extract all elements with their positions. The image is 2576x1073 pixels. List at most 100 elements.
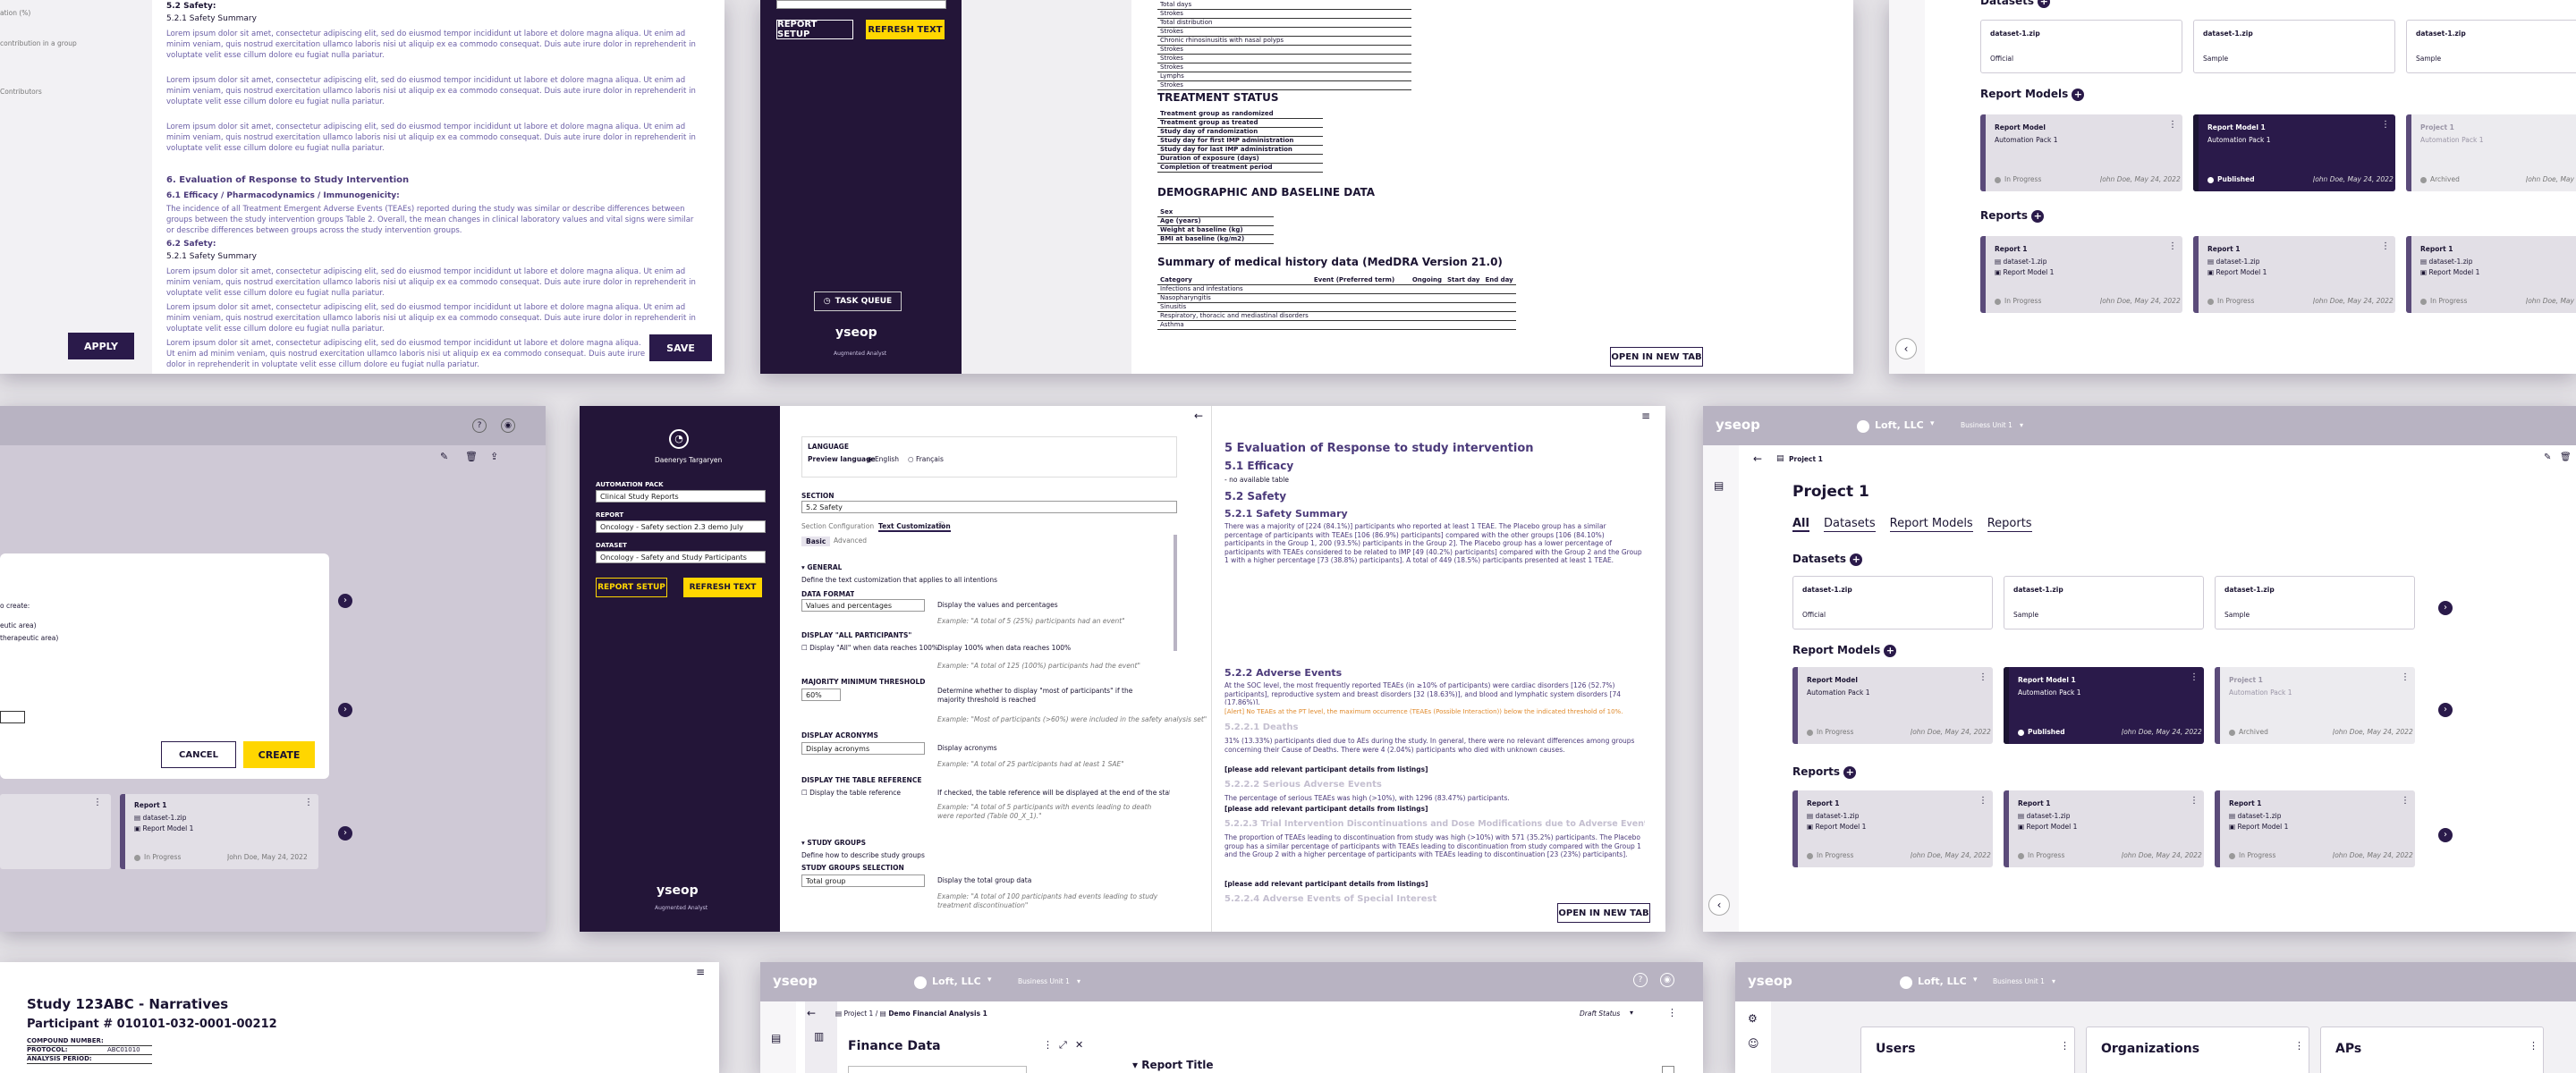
section-select[interactable]: 5.2 Safety [801, 501, 1177, 513]
scrollbar[interactable] [1174, 535, 1177, 651]
report-card[interactable]: Report 1 ▤ dataset-1.zip ▣ Report Model 1 I… [2193, 236, 2395, 313]
refresh-text-button[interactable]: REFRESH TEXT [683, 578, 762, 597]
collapse-arrow-icon[interactable]: ← [1194, 410, 1203, 422]
business-unit[interactable]: Business Unit 1 [1993, 977, 2045, 985]
more-icon[interactable]: ⋮ [2294, 1040, 2304, 1052]
chevron-down-icon[interactable]: ▾ [1930, 419, 1935, 428]
report-setup-button[interactable]: REPORT SETUP [776, 20, 853, 39]
tab-datasets[interactable]: Datasets [1823, 517, 1876, 532]
add-report-icon[interactable]: + [1843, 766, 1857, 779]
robot-icon[interactable]: ☺ [1748, 1037, 1759, 1050]
business-unit[interactable]: Business Unit 1 [1961, 421, 2012, 429]
section-config-tab[interactable]: Section Configuration [801, 522, 874, 530]
tab-all[interactable]: All [1792, 517, 1809, 532]
display-acronyms-select[interactable]: Display acronyms [801, 742, 925, 755]
study-groups-select[interactable]: Total group [801, 874, 925, 887]
more-icon[interactable]: ⋮ [93, 798, 102, 807]
advanced-tab[interactable]: Advanced [834, 536, 867, 545]
more-icon[interactable]: ⋮ [2060, 1040, 2070, 1052]
report-card[interactable]: Report 1 ▤ dataset-1.zip ▣ Report Model 1 I… [1980, 236, 2182, 313]
gear-icon[interactable]: ⚙ [1748, 1012, 1758, 1025]
more-icon[interactable]: ⋮ [1979, 672, 1987, 682]
organizations-card[interactable]: Organizations ⋮ [2086, 1027, 2309, 1073]
more-icon[interactable]: ⋮ [2168, 120, 2177, 130]
automation-pack-select[interactable]: Clinical Study Reports [596, 490, 766, 503]
more-icon[interactable]: ⋮ [1979, 796, 1987, 806]
delete-icon[interactable]: 🗑 [2560, 452, 2572, 462]
help-icon[interactable]: ? [1633, 973, 1648, 987]
display-all-checkbox[interactable]: ☐ Display "All" when data reaches 100% [801, 644, 938, 652]
more-icon[interactable]: ⋮ [2401, 796, 2410, 806]
francais-radio[interactable]: ○ Français [908, 455, 944, 463]
chart-icon[interactable]: ▥ [814, 1030, 824, 1043]
draft-status[interactable]: Draft Status [1580, 1010, 1620, 1018]
expand-icon[interactable]: ⤢ [1059, 1039, 1067, 1052]
report-card[interactable]: Report 1 ▤ dataset-1.zip ▣ Report Model 1 I… [2406, 236, 2576, 313]
business-unit[interactable]: Business Unit 1 [1018, 977, 1070, 985]
help-icon[interactable]: ? [472, 418, 487, 433]
more-icon[interactable]: ⋮ [2381, 120, 2390, 130]
chevron-left-icon[interactable]: ‹ [1895, 338, 1917, 359]
dataset-card[interactable]: dataset-1.zip Sample [2406, 20, 2576, 73]
share-icon[interactable]: ⇪ [490, 451, 498, 462]
tab-report-models[interactable]: Report Models [1889, 517, 1973, 532]
report-setup-button[interactable]: REPORT SETUP [596, 578, 667, 597]
arrow-right-icon[interactable]: › [2438, 703, 2453, 717]
table-ref-checkbox[interactable]: ☐ Display the table reference [801, 789, 901, 797]
edit-icon[interactable]: ✎ [2544, 452, 2551, 462]
modal-input[interactable] [0, 711, 25, 723]
report-model-card[interactable]: Report Model Automation Pack 1 In Progress… [1792, 667, 1993, 744]
apply-button[interactable]: APPLY [68, 333, 134, 359]
dataset-card[interactable]: dataset-1.zip Official [1980, 20, 2182, 73]
chevron-down-icon[interactable]: ▾ [2052, 977, 2055, 985]
more-icon[interactable]: ⋮ [2529, 1040, 2538, 1052]
dataset-select[interactable]: Oncology - Safety and Study Participants [596, 551, 766, 563]
english-radio[interactable]: ◉ English [867, 455, 899, 463]
more-icon[interactable]: ⋮ [2190, 796, 2199, 806]
back-arrow-icon[interactable]: ← [807, 1007, 816, 1019]
doc-icon[interactable] [1662, 1066, 1674, 1073]
report-card[interactable]: Report 1 ▤ dataset-1.zip ▣ Report Model 1 I… [2215, 790, 2415, 867]
menu-icon[interactable]: ≡ [696, 966, 705, 978]
more-icon[interactable]: ⋮ [304, 798, 313, 807]
data-format-select[interactable]: Values and percentages [801, 599, 925, 612]
arrow-right-icon[interactable]: › [338, 703, 352, 717]
close-icon[interactable]: ✕ [1075, 1039, 1083, 1051]
more-icon[interactable]: ⋮ [2381, 241, 2390, 251]
chevron-down-icon[interactable]: ▾ [1630, 1009, 1633, 1017]
user-icon[interactable]: ◉ [1660, 973, 1674, 987]
report-card[interactable]: Report 1 ▤ dataset-1.zip ▣ Report Model 1 I… [2004, 790, 2204, 867]
more-icon[interactable]: ⋮ [2190, 672, 2199, 682]
dataset-card[interactable]: dataset-1.zip Official [1792, 576, 1993, 629]
chevron-down-icon[interactable]: ▾ [987, 976, 992, 984]
user-avatar-icon[interactable]: ◔ [669, 429, 689, 449]
report-card[interactable]: Report 1 ▤ dataset-1.zip ▣ Report Model … [120, 794, 318, 869]
finance-select[interactable] [848, 1066, 1027, 1073]
company-name[interactable]: Loft, LLC [1918, 976, 1967, 987]
report-model-card[interactable]: Project 1 Automation Pack 1 Archived John D… [2215, 667, 2415, 744]
cancel-button[interactable]: CANCEL [161, 741, 236, 768]
dataset-card[interactable]: dataset-1.zip Sample [2215, 576, 2415, 629]
basic-tab[interactable]: Basic [801, 536, 831, 546]
task-queue-button[interactable]: ◷ TASK QUEUE [814, 291, 902, 311]
arrow-right-icon[interactable]: › [2438, 601, 2453, 615]
breadcrumb[interactable]: Project 1 [1789, 455, 1823, 463]
breadcrumb-root[interactable]: Project 1 [843, 1010, 873, 1018]
chevron-left-icon[interactable]: ‹ [1708, 894, 1730, 916]
folder-icon[interactable]: ▤ [1714, 479, 1724, 492]
company-name[interactable]: Loft, LLC [1875, 419, 1924, 431]
add-dataset-icon[interactable]: + [1850, 553, 1863, 566]
users-card[interactable]: Users ⋮ [1860, 1027, 2075, 1073]
report-model-card[interactable]: Report Model Automation Pack 1 In Progress… [1980, 114, 2182, 191]
report-card[interactable]: Report 1 ▤ dataset-1.zip ▣ Report Model 1 I… [1792, 790, 1993, 867]
add-report-icon[interactable]: + [2031, 210, 2045, 223]
report-model-card[interactable]: Report Model 1 Automation Pack 1 Published… [2193, 114, 2395, 191]
arrow-right-icon[interactable]: › [338, 826, 352, 841]
arrow-right-icon[interactable]: › [338, 594, 352, 608]
company-name[interactable]: Loft, LLC [932, 976, 981, 987]
dataset-card[interactable]: dataset-1.zip Sample [2004, 576, 2204, 629]
report-model-card[interactable]: Project 1 Automation Pack 1 Archived John D… [2406, 114, 2576, 191]
chevron-down-icon[interactable]: ▾ [2020, 421, 2023, 429]
folder-icon[interactable]: ▤ [771, 1032, 781, 1044]
more-icon[interactable]: ⋮ [1667, 1007, 1677, 1018]
